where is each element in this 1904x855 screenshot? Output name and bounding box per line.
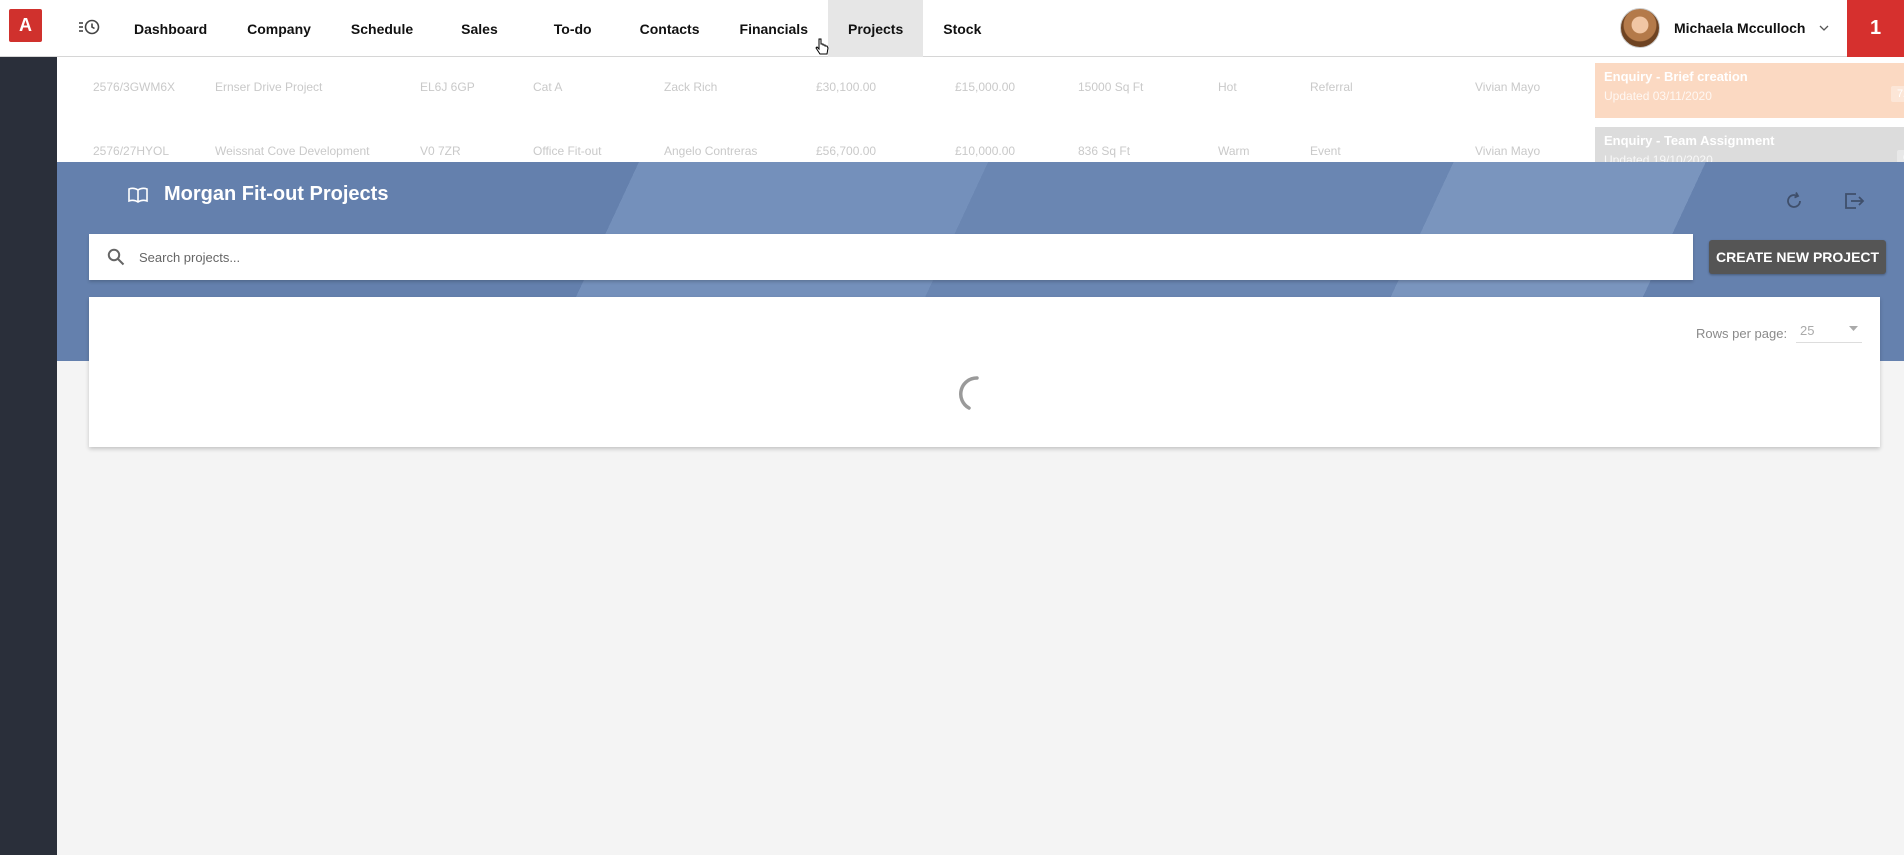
cell-temperature: Hot [1218,80,1237,94]
nav-financials[interactable]: Financials [720,0,828,57]
cell-postcode: EL6J 6GP [420,80,475,94]
cell-ref: 2576/3GWM6X [93,80,176,94]
cell-ref: 2576/27HYOL [93,144,170,158]
nav-sales[interactable]: Sales [433,0,526,57]
stage-updated: Updated 03/11/2020 [1604,89,1712,103]
main-nav: Dashboard Company Schedule Sales To-do C… [114,0,1001,57]
left-rail [0,0,57,855]
cell-category: Office Fit-out [533,144,602,158]
app-root: 2576/3GWM6X Ernser Drive Project EL6J 6G… [0,0,1904,855]
cell-owner: Vivian Mayo [1475,144,1541,158]
cell-category: Cat A [533,80,563,94]
search-bar[interactable] [89,234,1693,280]
app-logo[interactable]: A [9,9,42,42]
history-icon[interactable] [76,14,102,40]
cell-contact: Zack Rich [664,80,718,94]
stage-badge: Enquiry - Team Assignment Updated 19/10/… [1595,127,1904,162]
nav-company[interactable]: Company [227,0,331,57]
cell-source: Event [1310,144,1341,158]
cell-owner: Vivian Mayo [1475,80,1541,94]
exit-icon[interactable] [1843,191,1867,215]
cell-value: £56,700.00 [816,144,877,158]
stage-title: Enquiry - Brief creation [1604,69,1748,84]
projects-table-card: Rows per page: 25 [89,297,1880,447]
rows-per-page-select[interactable]: 25 [1796,317,1862,343]
background-project-table: 2576/3GWM6X Ernser Drive Project EL6J 6G… [57,57,1904,162]
create-new-project-button[interactable]: CREATE NEW PROJECT [1709,240,1887,274]
book-icon [128,187,148,203]
cell-source: Referral [1310,80,1353,94]
chevron-down-icon[interactable] [1819,25,1829,31]
nav-contacts[interactable]: Contacts [620,0,720,57]
cell-project: Ernser Drive Project [215,80,323,94]
user-name: Michaela Mcculloch [1674,20,1806,36]
stage-updated: Updated 19/10/2020 [1604,153,1713,162]
cell-budget: £15,000.00 [955,80,1016,94]
top-bar: A Dashboard Company Schedule Sales To-do… [0,0,1904,57]
nav-projects[interactable]: Projects [827,0,924,57]
chevron-down-icon [1849,326,1858,331]
search-icon [107,248,125,266]
refresh-icon[interactable] [1784,191,1808,215]
cell-value: £30,100.00 [816,80,877,94]
cell-area: 836 Sq Ft [1078,144,1131,158]
stage-title: Enquiry - Team Assignment [1604,133,1775,148]
cell-temperature: Warm [1218,144,1250,158]
nav-todo[interactable]: To-do [526,0,620,57]
nav-dashboard[interactable]: Dashboard [114,0,227,57]
nav-schedule[interactable]: Schedule [331,0,433,57]
notification-badge[interactable]: 1 [1847,0,1904,57]
rows-per-page-label: Rows per page: [1696,326,1788,341]
cell-area: 15000 Sq Ft [1078,80,1144,94]
nav-stock[interactable]: Stock [923,0,1001,57]
stage-percent: 0% [1897,150,1904,162]
search-input[interactable] [139,249,1639,265]
pointer-cursor-icon [815,38,829,61]
cell-budget: £10,000.00 [955,144,1016,158]
stage-badge: Enquiry - Brief creation Updated 03/11/2… [1595,63,1904,118]
stage-percent: 72% [1890,86,1904,102]
cell-contact: Angelo Contreras [664,144,758,158]
rows-per-page-value: 25 [1800,323,1815,338]
user-menu[interactable]: Michaela Mcculloch [1620,5,1829,51]
page-title: Morgan Fit-out Projects [128,183,388,206]
page-title-text: Morgan Fit-out Projects [164,183,389,205]
cell-project: Weissnat Cove Development [215,144,370,158]
avatar[interactable] [1620,8,1660,48]
cell-postcode: V0 7ZR [420,144,461,158]
loading-spinner-icon [957,374,997,419]
